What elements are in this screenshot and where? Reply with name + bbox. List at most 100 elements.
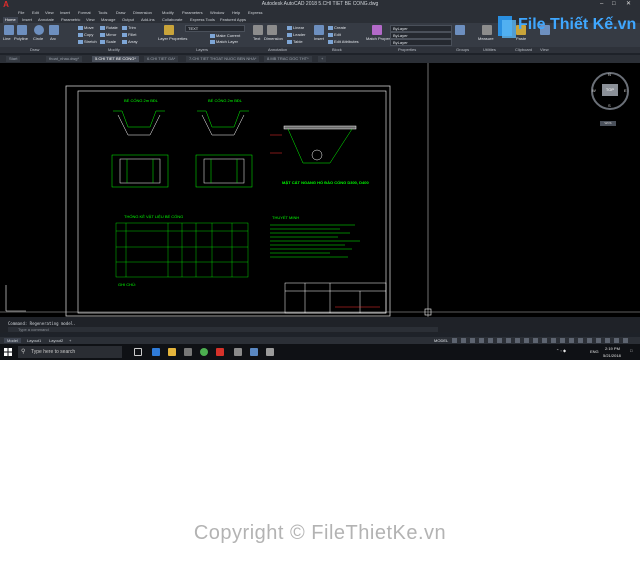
panel-label-layers[interactable]: Layers xyxy=(196,47,208,53)
panel-label-properties[interactable]: Properties xyxy=(398,47,416,53)
layout-tab-2[interactable]: Layout2 xyxy=(46,338,66,343)
wcs-menu[interactable]: WCS xyxy=(600,121,616,126)
file-explorer-icon[interactable] xyxy=(168,348,176,356)
dimension-icon[interactable] xyxy=(267,25,277,35)
scale-button[interactable]: Scale xyxy=(100,39,116,44)
line-button[interactable]: Line xyxy=(3,36,11,41)
make-current-button[interactable]: Make Current xyxy=(210,33,240,38)
arc-icon[interactable] xyxy=(49,25,59,35)
chrome-icon[interactable] xyxy=(200,348,208,356)
doc-tab[interactable]: 6.CHI TIET GA* xyxy=(144,56,179,62)
panel-label-clipboard[interactable]: Clipboard xyxy=(515,47,532,53)
compass-s[interactable]: S xyxy=(608,103,611,108)
mirror-button[interactable]: Mirror xyxy=(100,32,116,37)
menu-item[interactable]: Modify xyxy=(162,9,174,16)
circle-button[interactable]: Circle xyxy=(33,36,43,41)
viewcube-top-face[interactable]: TOP xyxy=(602,84,618,96)
linear-button[interactable]: Linear xyxy=(287,25,304,30)
edit-attributes-button[interactable]: Edit Attributes xyxy=(328,39,359,44)
panel-label-draw[interactable]: Draw xyxy=(30,47,39,53)
layer-dropdown[interactable]: TEXT xyxy=(185,25,245,32)
autocad-taskbar-icon[interactable] xyxy=(216,348,224,356)
layout-tab-1[interactable]: Layout1 xyxy=(24,338,44,343)
match-layer-button[interactable]: Match Layer xyxy=(210,39,238,44)
lineweight-dropdown[interactable]: ByLayer xyxy=(390,39,452,46)
menu-item[interactable]: File xyxy=(18,9,24,16)
panel-label-modify[interactable]: Modify xyxy=(108,47,120,53)
app-icon[interactable] xyxy=(250,348,258,356)
app-icon[interactable] xyxy=(266,348,274,356)
doc-tab[interactable]: 7.CHI TIET THOAT NUOC BEN NHA* xyxy=(186,56,260,62)
table-button[interactable]: Table xyxy=(287,39,303,44)
status-toggles[interactable] xyxy=(452,338,632,343)
minimize-icon[interactable]: – xyxy=(600,0,603,9)
panel-label-annotation[interactable]: Annotation xyxy=(268,47,287,53)
panel-label-groups[interactable]: Groups xyxy=(456,47,469,53)
create-block-button[interactable]: Create xyxy=(328,25,346,30)
app-icon[interactable] xyxy=(234,348,242,356)
menu-item[interactable]: Format xyxy=(78,9,91,16)
input-language[interactable]: ENG xyxy=(590,349,599,354)
arc-button[interactable]: Arc xyxy=(50,36,56,41)
close-icon[interactable]: ✕ xyxy=(626,0,631,9)
menu-item[interactable]: View xyxy=(45,9,54,16)
layer-properties-button[interactable]: Layer Properties xyxy=(158,36,187,41)
menu-item[interactable]: Tools xyxy=(98,9,107,16)
menu-item[interactable]: Dimension xyxy=(133,9,152,16)
linetype-dropdown[interactable]: ByLayer xyxy=(390,32,452,39)
new-tab-button[interactable]: + xyxy=(318,56,327,62)
windows-start-icon[interactable] xyxy=(4,348,12,356)
viewcube[interactable]: TOP N S W E xyxy=(591,72,629,110)
dimension-button[interactable]: Dimension xyxy=(264,36,283,41)
menu-item[interactable]: Draw xyxy=(116,9,125,16)
edit-block-button[interactable]: Edit xyxy=(328,32,341,37)
layer-properties-icon[interactable] xyxy=(164,25,174,35)
menu-item[interactable]: Parameters xyxy=(182,9,203,16)
rotate-button[interactable]: Rotate xyxy=(100,25,118,30)
panel-label-view[interactable]: View xyxy=(540,47,549,53)
array-button[interactable]: Array xyxy=(122,39,138,44)
group-icon[interactable] xyxy=(455,25,465,35)
menu-item[interactable]: Window xyxy=(210,9,224,16)
menu-item[interactable]: Help xyxy=(232,9,240,16)
line-icon[interactable] xyxy=(4,25,14,35)
layout-tab-model[interactable]: Model xyxy=(4,338,21,343)
color-dropdown[interactable]: ByLayer xyxy=(390,25,452,32)
copy-button[interactable]: Copy xyxy=(78,32,93,37)
trim-button[interactable]: Trim xyxy=(122,25,136,30)
panel-label-block[interactable]: Block xyxy=(332,47,342,53)
task-view-icon[interactable] xyxy=(134,348,142,356)
model-space-indicator[interactable]: MODEL xyxy=(434,337,448,344)
circle-icon[interactable] xyxy=(34,25,44,35)
menu-item[interactable]: Insert xyxy=(60,9,70,16)
doc-tab[interactable]: 8.MB TRAC DOC THT* xyxy=(264,56,312,62)
menu-item[interactable]: Express xyxy=(248,9,262,16)
notifications-icon[interactable]: □ xyxy=(630,348,632,353)
text-button[interactable]: Text xyxy=(253,36,260,41)
menu-item[interactable]: Edit xyxy=(32,9,39,16)
drawing-canvas[interactable]: BỂ CỐNG 2m BĐL BỂ CỐNG 2m BĐL MẶT CẮT NG… xyxy=(0,63,640,317)
panel-label-utilities[interactable]: Utilities xyxy=(483,47,496,53)
compass-w[interactable]: W xyxy=(592,88,596,93)
measure-icon[interactable] xyxy=(482,25,492,35)
doc-tab[interactable]: Start xyxy=(6,56,21,62)
compass-n[interactable]: N xyxy=(608,72,611,77)
tray-icons[interactable]: ⌃ ▫ ◆ xyxy=(556,348,566,353)
store-icon[interactable] xyxy=(184,348,192,356)
polyline-button[interactable]: Polyline xyxy=(14,36,28,41)
edge-icon[interactable] xyxy=(152,348,160,356)
text-icon[interactable] xyxy=(253,25,263,35)
insert-block-button[interactable]: Insert xyxy=(314,36,324,41)
measure-button[interactable]: Measure xyxy=(478,36,494,41)
stretch-button[interactable]: Stretch xyxy=(78,39,97,44)
clock-time[interactable]: 2:19 PM xyxy=(605,346,620,351)
maximize-icon[interactable]: □ xyxy=(612,0,616,9)
move-button[interactable]: Move xyxy=(78,25,94,30)
doc-tab[interactable]: thoat_nhau.dwg* xyxy=(46,56,83,62)
leader-button[interactable]: Leader xyxy=(287,32,305,37)
fillet-button[interactable]: Fillet xyxy=(122,32,136,37)
insert-block-icon[interactable] xyxy=(314,25,324,35)
command-input[interactable]: Type a command xyxy=(8,327,438,332)
doc-tab-active[interactable]: 5.CHI TIET BE CONG* xyxy=(92,56,139,62)
add-layout-button[interactable]: + xyxy=(66,338,74,343)
